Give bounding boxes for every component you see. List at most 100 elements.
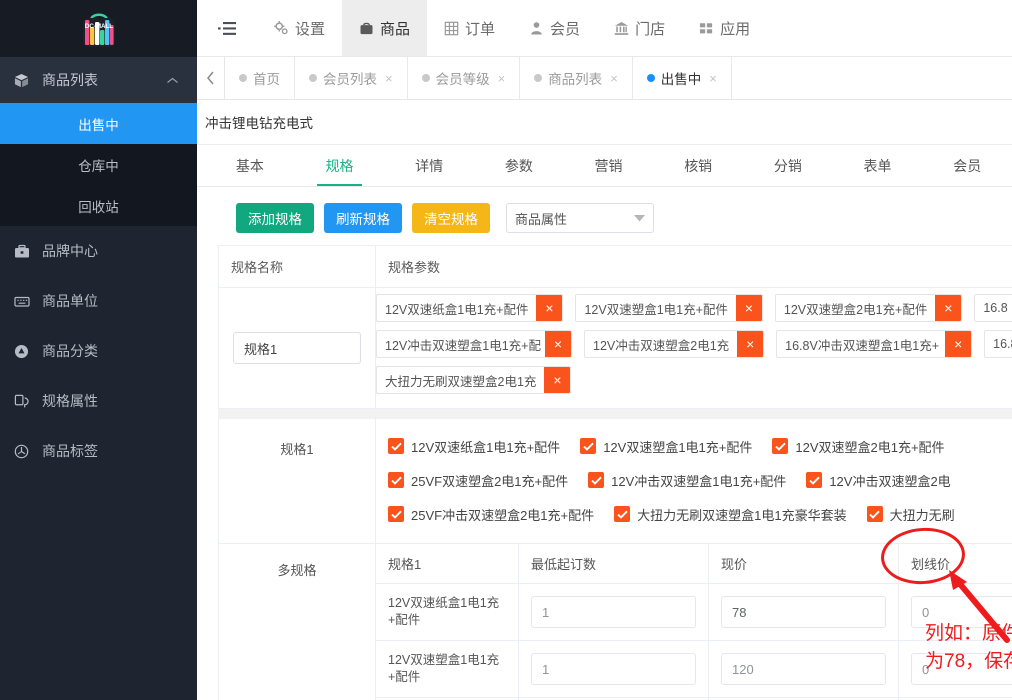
tab-member-level[interactable]: 会员等级 × bbox=[408, 57, 521, 99]
close-icon[interactable]: × bbox=[385, 71, 393, 86]
close-icon[interactable]: × bbox=[935, 295, 962, 321]
spec-checkbox-item[interactable]: 12V冲击双速塑盒1电1充+配件 bbox=[588, 471, 786, 490]
spec-checkbox-item[interactable]: 大扭力无刷双速塑盒1电1充豪华套装 bbox=[614, 505, 847, 524]
check-icon[interactable] bbox=[580, 438, 597, 454]
spec-checkbox-item[interactable]: 25VF双速塑盒2电1充+配件 bbox=[388, 471, 568, 490]
line-price-input[interactable]: 0 bbox=[911, 596, 1012, 628]
close-icon[interactable]: × bbox=[544, 367, 571, 393]
close-icon[interactable]: × bbox=[945, 331, 972, 357]
tab-verification[interactable]: 核销 bbox=[653, 145, 743, 186]
price-input[interactable]: 120 bbox=[721, 653, 886, 685]
check-icon[interactable] bbox=[866, 506, 883, 522]
clear-spec-button[interactable]: 清空规格 bbox=[412, 203, 490, 233]
check-icon[interactable] bbox=[772, 438, 789, 454]
check-icon[interactable] bbox=[806, 472, 823, 488]
tab-product-list[interactable]: 商品列表 × bbox=[520, 57, 633, 99]
close-icon[interactable]: × bbox=[737, 331, 764, 357]
spec-checkbox-item[interactable]: 12V双速塑盒1电1充+配件 bbox=[580, 437, 752, 456]
sidebar-item-warehouse[interactable]: 仓库中 bbox=[0, 144, 197, 185]
tab-basic[interactable]: 基本 bbox=[205, 145, 295, 186]
spec-chip[interactable]: 12V双速纸盒1电1充+配件 × bbox=[376, 294, 564, 322]
check-icon[interactable] bbox=[614, 506, 631, 522]
user-icon bbox=[529, 21, 544, 36]
close-icon[interactable]: × bbox=[610, 71, 618, 86]
spec-chip[interactable]: 16.8 bbox=[974, 294, 1012, 322]
spec-name-input[interactable]: 规格1 bbox=[233, 332, 361, 364]
chip-label: 12V双速塑盒1电1充+配件 bbox=[584, 302, 728, 317]
nav-item-apps[interactable]: 应用 bbox=[682, 0, 767, 56]
sidebar-item-spec-attribute[interactable]: 规格属性 bbox=[0, 376, 197, 426]
tab-spec[interactable]: 规格 bbox=[295, 145, 385, 186]
multi-spec-grid: 规格1 最低起订数 现价 划线价 12V双速纸盒1电1充+配件 1 78 0 1… bbox=[376, 544, 1012, 700]
price-input[interactable]: 78 bbox=[721, 596, 886, 628]
spec-chip[interactable]: 12V双速塑盒1电1充+配件 × bbox=[575, 294, 763, 322]
spec-checkbox-item[interactable]: 12V冲击双速塑盒2电 bbox=[806, 471, 951, 490]
close-icon[interactable]: × bbox=[735, 295, 762, 321]
logo-container[interactable]: DC-MALL bbox=[0, 0, 197, 57]
tab-on-sale[interactable]: 出售中 × bbox=[633, 57, 732, 99]
checkbox-label: 大扭力无刷 bbox=[889, 507, 955, 523]
indent-menu-icon[interactable] bbox=[197, 0, 257, 56]
form-tab-label: 核销 bbox=[684, 157, 713, 174]
nav-item-product[interactable]: 商品 bbox=[342, 0, 428, 56]
spec-chip[interactable]: 16.8 bbox=[984, 330, 1012, 358]
nav-item-store[interactable]: 门店 bbox=[597, 0, 682, 56]
check-icon[interactable] bbox=[388, 506, 404, 522]
spec-checkbox-item[interactable]: 25VF冲击双速塑盒2电1充+配件 bbox=[388, 505, 594, 524]
sidebar-item-product-unit[interactable]: 商品单位 bbox=[0, 276, 197, 326]
check-icon[interactable] bbox=[588, 472, 605, 488]
spec-chip[interactable]: 12V冲击双速塑盒1电1充+配 × bbox=[376, 330, 572, 358]
spec-chip[interactable]: 12V双速塑盒2电1充+配件 × bbox=[774, 294, 963, 322]
svg-text:DC-MALL: DC-MALL bbox=[84, 23, 112, 30]
spec-checkbox-item[interactable]: 大扭力无刷 bbox=[866, 505, 955, 524]
spec-chip[interactable]: 12V冲击双速塑盒2电1充 × bbox=[584, 330, 765, 358]
spec-table-header: 规格名称 规格参数 bbox=[219, 246, 1012, 288]
check-icon[interactable] bbox=[388, 438, 404, 454]
chevron-left-icon[interactable] bbox=[197, 57, 225, 99]
refresh-spec-button[interactable]: 刷新规格 bbox=[324, 203, 402, 233]
close-icon[interactable]: × bbox=[498, 71, 506, 86]
nav-item-order[interactable]: 订单 bbox=[427, 0, 512, 56]
nav-item-member[interactable]: 会员 bbox=[512, 0, 597, 56]
add-spec-button[interactable]: 添加规格 bbox=[236, 203, 314, 233]
tab-member[interactable]: 会员 bbox=[922, 145, 1012, 186]
form-tabs: 基本 规格 详情 参数 营销 核销 分销 表单 会员 bbox=[197, 145, 1012, 187]
header-current-price: 现价 bbox=[709, 544, 899, 583]
tab-form[interactable]: 表单 bbox=[833, 145, 923, 186]
section-divider bbox=[218, 409, 1012, 419]
sidebar-item-recycle-bin[interactable]: 回收站 bbox=[0, 185, 197, 226]
apps-icon bbox=[699, 21, 714, 36]
tab-dot-icon bbox=[309, 74, 317, 82]
line-price-input[interactable]: 0 bbox=[911, 653, 1012, 685]
tab-label: 商品列表 bbox=[548, 72, 603, 87]
sidebar-item-product-category[interactable]: 商品分类 bbox=[0, 326, 197, 376]
sidebar-group-product-list[interactable]: 商品列表 bbox=[0, 57, 197, 103]
tab-marketing[interactable]: 营销 bbox=[564, 145, 654, 186]
min-order-input[interactable]: 1 bbox=[531, 653, 696, 685]
spec-chip[interactable]: 16.8V冲击双速塑盒1电1充+ × bbox=[776, 330, 973, 358]
tab-member-list[interactable]: 会员列表 × bbox=[295, 57, 408, 99]
sidebar-item-on-sale[interactable]: 出售中 bbox=[0, 103, 197, 144]
close-icon[interactable]: × bbox=[536, 295, 563, 321]
check-icon[interactable] bbox=[388, 472, 404, 488]
tab-dot-icon bbox=[421, 74, 430, 82]
spec-checkbox-item[interactable]: 12V双速纸盒1电1充+配件 bbox=[388, 437, 560, 456]
spec-name-cell: 规格1 bbox=[219, 288, 376, 408]
sidebar-item-brand-center[interactable]: 品牌中心 bbox=[0, 226, 197, 276]
tab-home[interactable]: 首页 bbox=[225, 57, 295, 99]
spec-toolbar: 添加规格 刷新规格 清空规格 商品属性 bbox=[215, 197, 1012, 245]
spec-chip[interactable]: 大扭力无刷双速塑盒2电1充 × bbox=[376, 366, 572, 394]
tab-distribution[interactable]: 分销 bbox=[743, 145, 833, 186]
checkbox-label: 12V冲击双速塑盒2电 bbox=[829, 473, 951, 489]
chevron-up-icon[interactable] bbox=[166, 76, 179, 83]
nav-item-settings[interactable]: 设置 bbox=[257, 0, 342, 56]
tab-detail[interactable]: 详情 bbox=[384, 145, 474, 186]
chip-label: 16.8 bbox=[993, 337, 1012, 351]
tab-parameter[interactable]: 参数 bbox=[474, 145, 564, 186]
product-attribute-select[interactable]: 商品属性 bbox=[506, 203, 654, 233]
close-icon[interactable]: × bbox=[545, 331, 571, 357]
min-order-input[interactable]: 1 bbox=[531, 596, 696, 628]
close-icon[interactable]: × bbox=[709, 71, 717, 86]
spec-checkbox-item[interactable]: 12V双速塑盒2电1充+配件 bbox=[772, 437, 945, 456]
sidebar-item-product-tag[interactable]: 商品标签 bbox=[0, 426, 197, 476]
